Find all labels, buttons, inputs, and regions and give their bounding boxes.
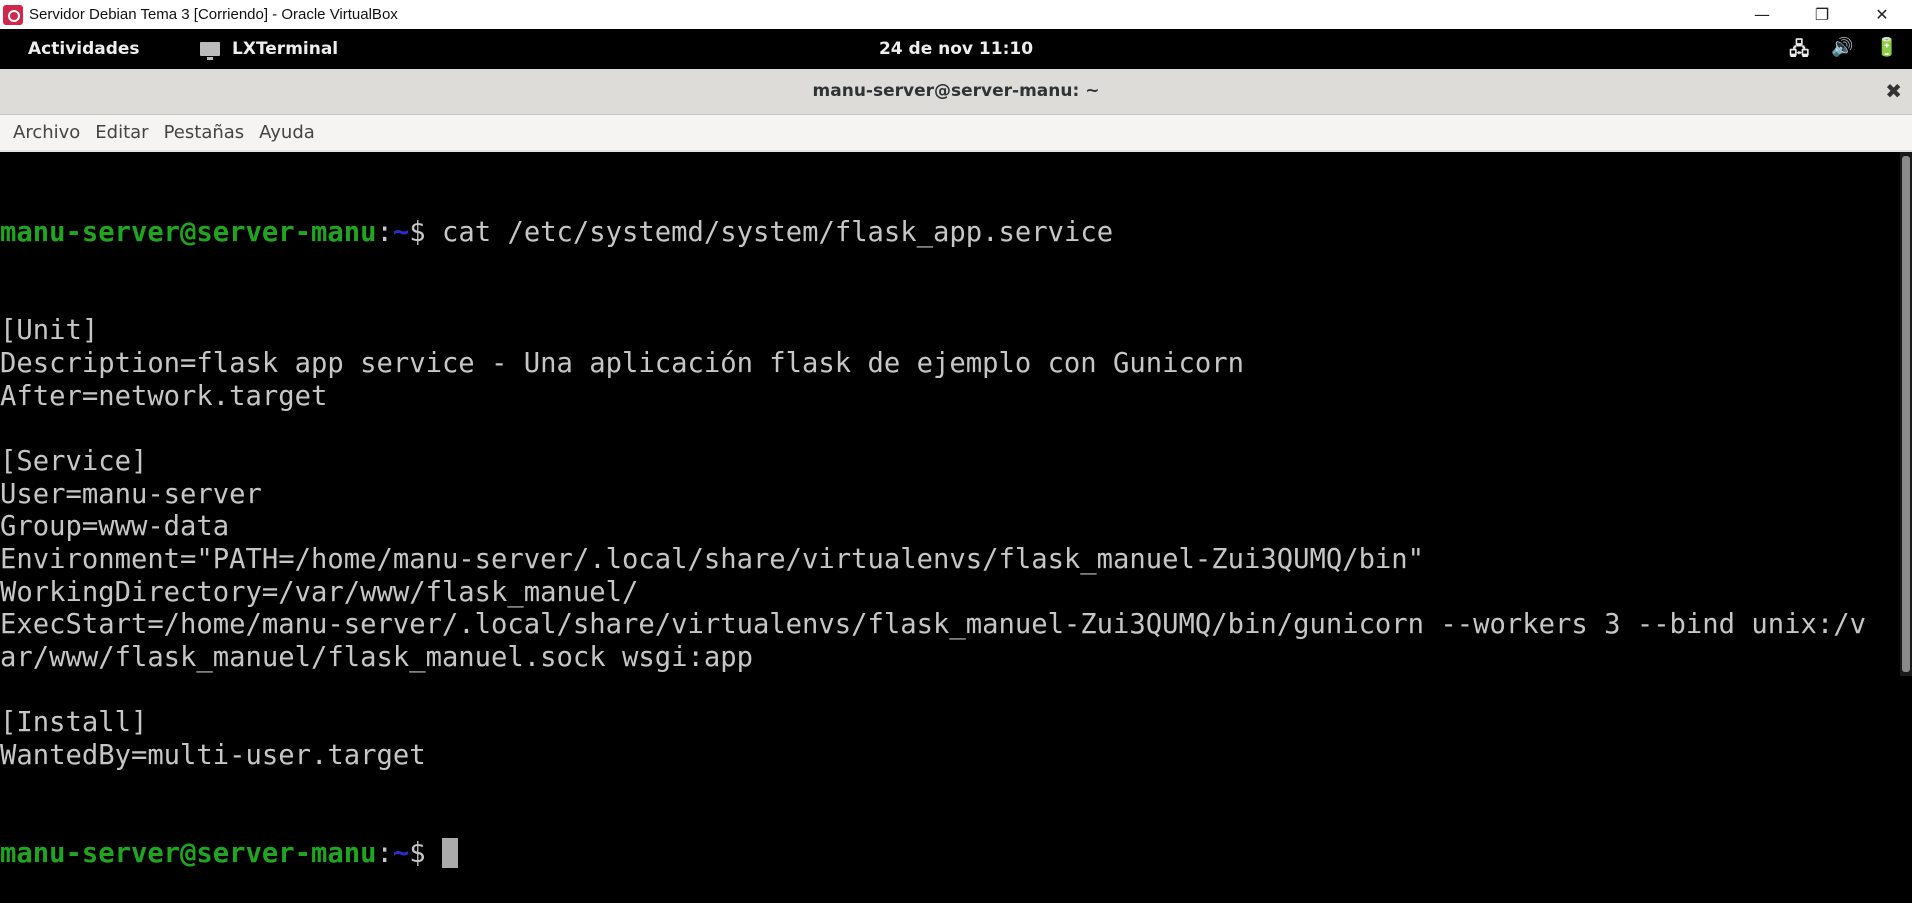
menu-pestanas[interactable]: Pestañas xyxy=(164,122,245,143)
minimize-button[interactable]: — xyxy=(1732,0,1792,29)
terminal-scrollbar[interactable] xyxy=(1900,152,1912,676)
command-line: manu-server@server-manu:~$ cat /etc/syst… xyxy=(0,217,1900,250)
terminal-output[interactable]: manu-server@server-manu:~$ cat /etc/syst… xyxy=(0,152,1900,869)
menu-ayuda[interactable]: Ayuda xyxy=(259,122,315,143)
output-line: Description=flask app service - Una apli… xyxy=(0,348,1244,379)
terminal-header-bar: manu-server@server-manu: ~ ✖ xyxy=(0,69,1912,115)
window-title: Servidor Debian Tema 3 [Corriendo] - Ora… xyxy=(29,6,398,23)
menu-archivo[interactable]: Archivo xyxy=(13,122,80,143)
output-line: WorkingDirectory=/var/www/flask_manuel/ xyxy=(0,576,639,608)
command-text: cat /etc/systemd/system/flask_app.servic… xyxy=(441,217,1114,249)
restore-button[interactable]: ❐ xyxy=(1792,0,1852,29)
prompt-colon: : xyxy=(376,217,393,249)
network-icon[interactable]: 🖧 xyxy=(1789,37,1809,67)
output-line: [Unit] xyxy=(0,315,99,347)
prompt-sign: $ xyxy=(409,217,442,249)
prompt-path: ~ xyxy=(392,217,410,249)
clock[interactable]: 24 de nov 11:10 xyxy=(0,39,1912,59)
output-line: After=network.target xyxy=(0,380,328,412)
gnome-top-bar: Actividades LXTerminal 24 de nov 11:10 🖧… xyxy=(0,29,1912,69)
output-line: ar/www/flask_manuel/flask_manuel.sock ws… xyxy=(0,641,753,673)
scrollbar-thumb[interactable] xyxy=(1902,156,1910,672)
volume-icon[interactable]: 🔊 xyxy=(1831,37,1853,67)
prompt-path: ~ xyxy=(392,837,410,869)
output-line: [Install] xyxy=(0,707,148,739)
virtualbox-title-bar: Servidor Debian Tema 3 [Corriendo] - Ora… xyxy=(0,0,1912,29)
output-line: User=manu-server xyxy=(0,478,262,510)
system-tray[interactable]: 🖧 🔊 🔋 xyxy=(1789,37,1898,67)
output-line: Group=www-data xyxy=(0,511,230,543)
output-line: ExecStart=/home/manu-server/.local/share… xyxy=(0,609,1866,641)
menu-bar: Archivo Editar Pestañas Ayuda xyxy=(0,115,1912,152)
close-button[interactable]: ✕ xyxy=(1852,0,1912,29)
terminal-window-title: manu-server@server-manu: ~ xyxy=(812,81,1100,101)
output-line: [Service] xyxy=(0,445,148,477)
prompt-colon: : xyxy=(376,837,393,869)
prompt-user: manu-server@server-manu xyxy=(0,837,377,869)
prompt-sign: $ xyxy=(409,837,442,869)
output-line: Environment="PATH=/home/manu-server/.loc… xyxy=(0,543,1425,575)
battery-icon[interactable]: 🔋 xyxy=(1876,37,1898,67)
virtualbox-app-icon xyxy=(3,4,23,25)
prompt-user: manu-server@server-manu xyxy=(0,217,377,249)
terminal-close-button[interactable]: ✖ xyxy=(1885,79,1902,103)
menu-editar[interactable]: Editar xyxy=(95,122,148,143)
current-prompt-line: manu-server@server-manu:~$ xyxy=(0,837,1900,871)
output-line: WantedBy=multi-user.target xyxy=(0,739,426,771)
text-cursor xyxy=(441,837,458,868)
